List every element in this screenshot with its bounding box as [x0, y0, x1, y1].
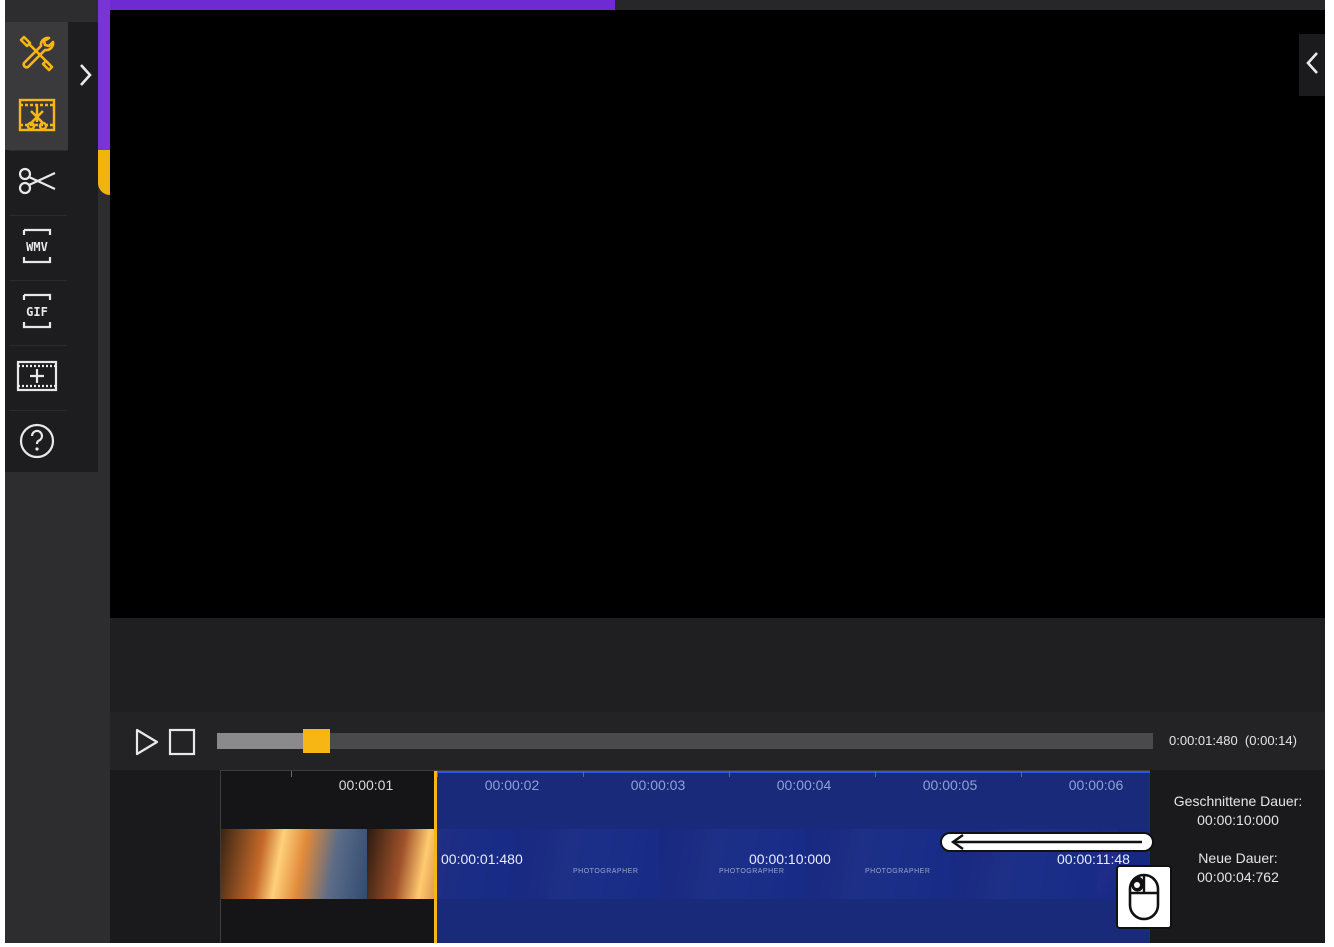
gif-export-icon: GIF — [15, 289, 59, 338]
add-frame-icon — [15, 354, 59, 403]
new-duration: Neue Dauer: 00:00:04:762 — [1153, 849, 1323, 887]
gif-export-button[interactable]: GIF — [5, 281, 68, 345]
new-duration-label: Neue Dauer: — [1198, 850, 1278, 866]
thumbnail-watermark: PHOTOGRAPHER — [865, 868, 931, 875]
ruler-label: 00:00:06 — [1068, 777, 1124, 793]
sidebar-accent-purple — [98, 0, 110, 95]
scissors-button[interactable] — [5, 151, 68, 215]
video-editor-window: WMV GIF 0:00:01:480 (0:00:14) PHOTOGRAPH… — [5, 0, 1325, 943]
ruler-label: 00:00:01 — [338, 777, 394, 793]
top-progress-strip — [110, 0, 1325, 10]
help-icon — [17, 421, 57, 466]
stop-button[interactable] — [168, 728, 196, 756]
playhead[interactable] — [434, 771, 437, 943]
expand-sidebar-button[interactable] — [75, 52, 97, 102]
chevron-right-icon — [78, 62, 94, 93]
video-preview[interactable] — [110, 10, 1325, 618]
trim-button[interactable] — [5, 86, 68, 150]
thumbnail-watermark: PHOTOGRAPHER — [719, 868, 785, 875]
ruler-label: 00:00:05 — [922, 777, 978, 793]
svg-text:GIF: GIF — [26, 305, 48, 319]
cut-duration: Geschnittene Dauer: 00:00:10:000 — [1153, 792, 1323, 830]
ruler-label: 00:00:04 — [776, 777, 832, 793]
current-time: 0:00:01:480 — [1169, 733, 1238, 748]
seek-bar-played — [217, 733, 316, 749]
tools-button[interactable] — [5, 22, 68, 86]
ruler-tick — [875, 771, 876, 777]
playback-controls: 0:00:01:480 (0:00:14) — [110, 712, 1325, 770]
preview-footer — [110, 618, 1325, 712]
selection-start-label: 00:00:01:480 — [441, 851, 523, 867]
seek-thumb[interactable] — [303, 729, 330, 753]
cut-duration-label: Geschnittene Dauer: — [1173, 793, 1303, 809]
wmv-export-button[interactable]: WMV — [5, 216, 68, 280]
ruler-tick — [437, 771, 438, 777]
trim-icon — [15, 94, 59, 143]
ruler-label: 00:00:03 — [630, 777, 686, 793]
ruler-tick — [729, 771, 730, 777]
ruler-tick — [1021, 771, 1022, 777]
thumbnail-frame — [221, 829, 367, 899]
new-duration-value: 00:00:04:762 — [1197, 869, 1279, 885]
selection-middle-label: 00:00:10:000 — [749, 851, 831, 867]
time-readout: 0:00:01:480 (0:00:14) — [1169, 733, 1297, 748]
add-frame-button[interactable] — [5, 346, 68, 410]
timeline-area: PHOTOGRAPHER PHOTOGRAPHER PHOTOGRAPHER 0… — [110, 770, 1325, 943]
total-time: (0:00:14) — [1244, 733, 1297, 748]
help-button[interactable] — [5, 411, 68, 475]
ruler-tick — [583, 771, 584, 777]
wmv-export-icon: WMV — [15, 224, 59, 273]
play-icon — [135, 728, 159, 756]
chevron-left-icon — [1304, 50, 1320, 81]
scissors-icon — [15, 159, 59, 208]
sidebar-accent-yellow — [98, 95, 110, 195]
tool-panel: WMV GIF — [5, 22, 98, 472]
cut-duration-value: 00:00:10:000 — [1197, 812, 1279, 828]
drag-left-arrow-icon — [940, 832, 1154, 852]
ruler-tick — [291, 771, 292, 777]
top-progress-fill — [110, 0, 615, 10]
sidebar: WMV GIF — [5, 0, 110, 943]
play-button[interactable] — [132, 728, 160, 756]
collapse-panel-button[interactable] — [1299, 34, 1325, 96]
ruler-label: 00:00:02 — [484, 777, 540, 793]
stop-icon — [168, 728, 196, 756]
svg-text:WMV: WMV — [26, 240, 48, 254]
timeline[interactable]: PHOTOGRAPHER PHOTOGRAPHER PHOTOGRAPHER 0… — [220, 770, 1172, 943]
seek-bar[interactable] — [217, 729, 1153, 753]
thumbnail-watermark: PHOTOGRAPHER — [573, 868, 639, 875]
tools-icon — [15, 30, 59, 79]
